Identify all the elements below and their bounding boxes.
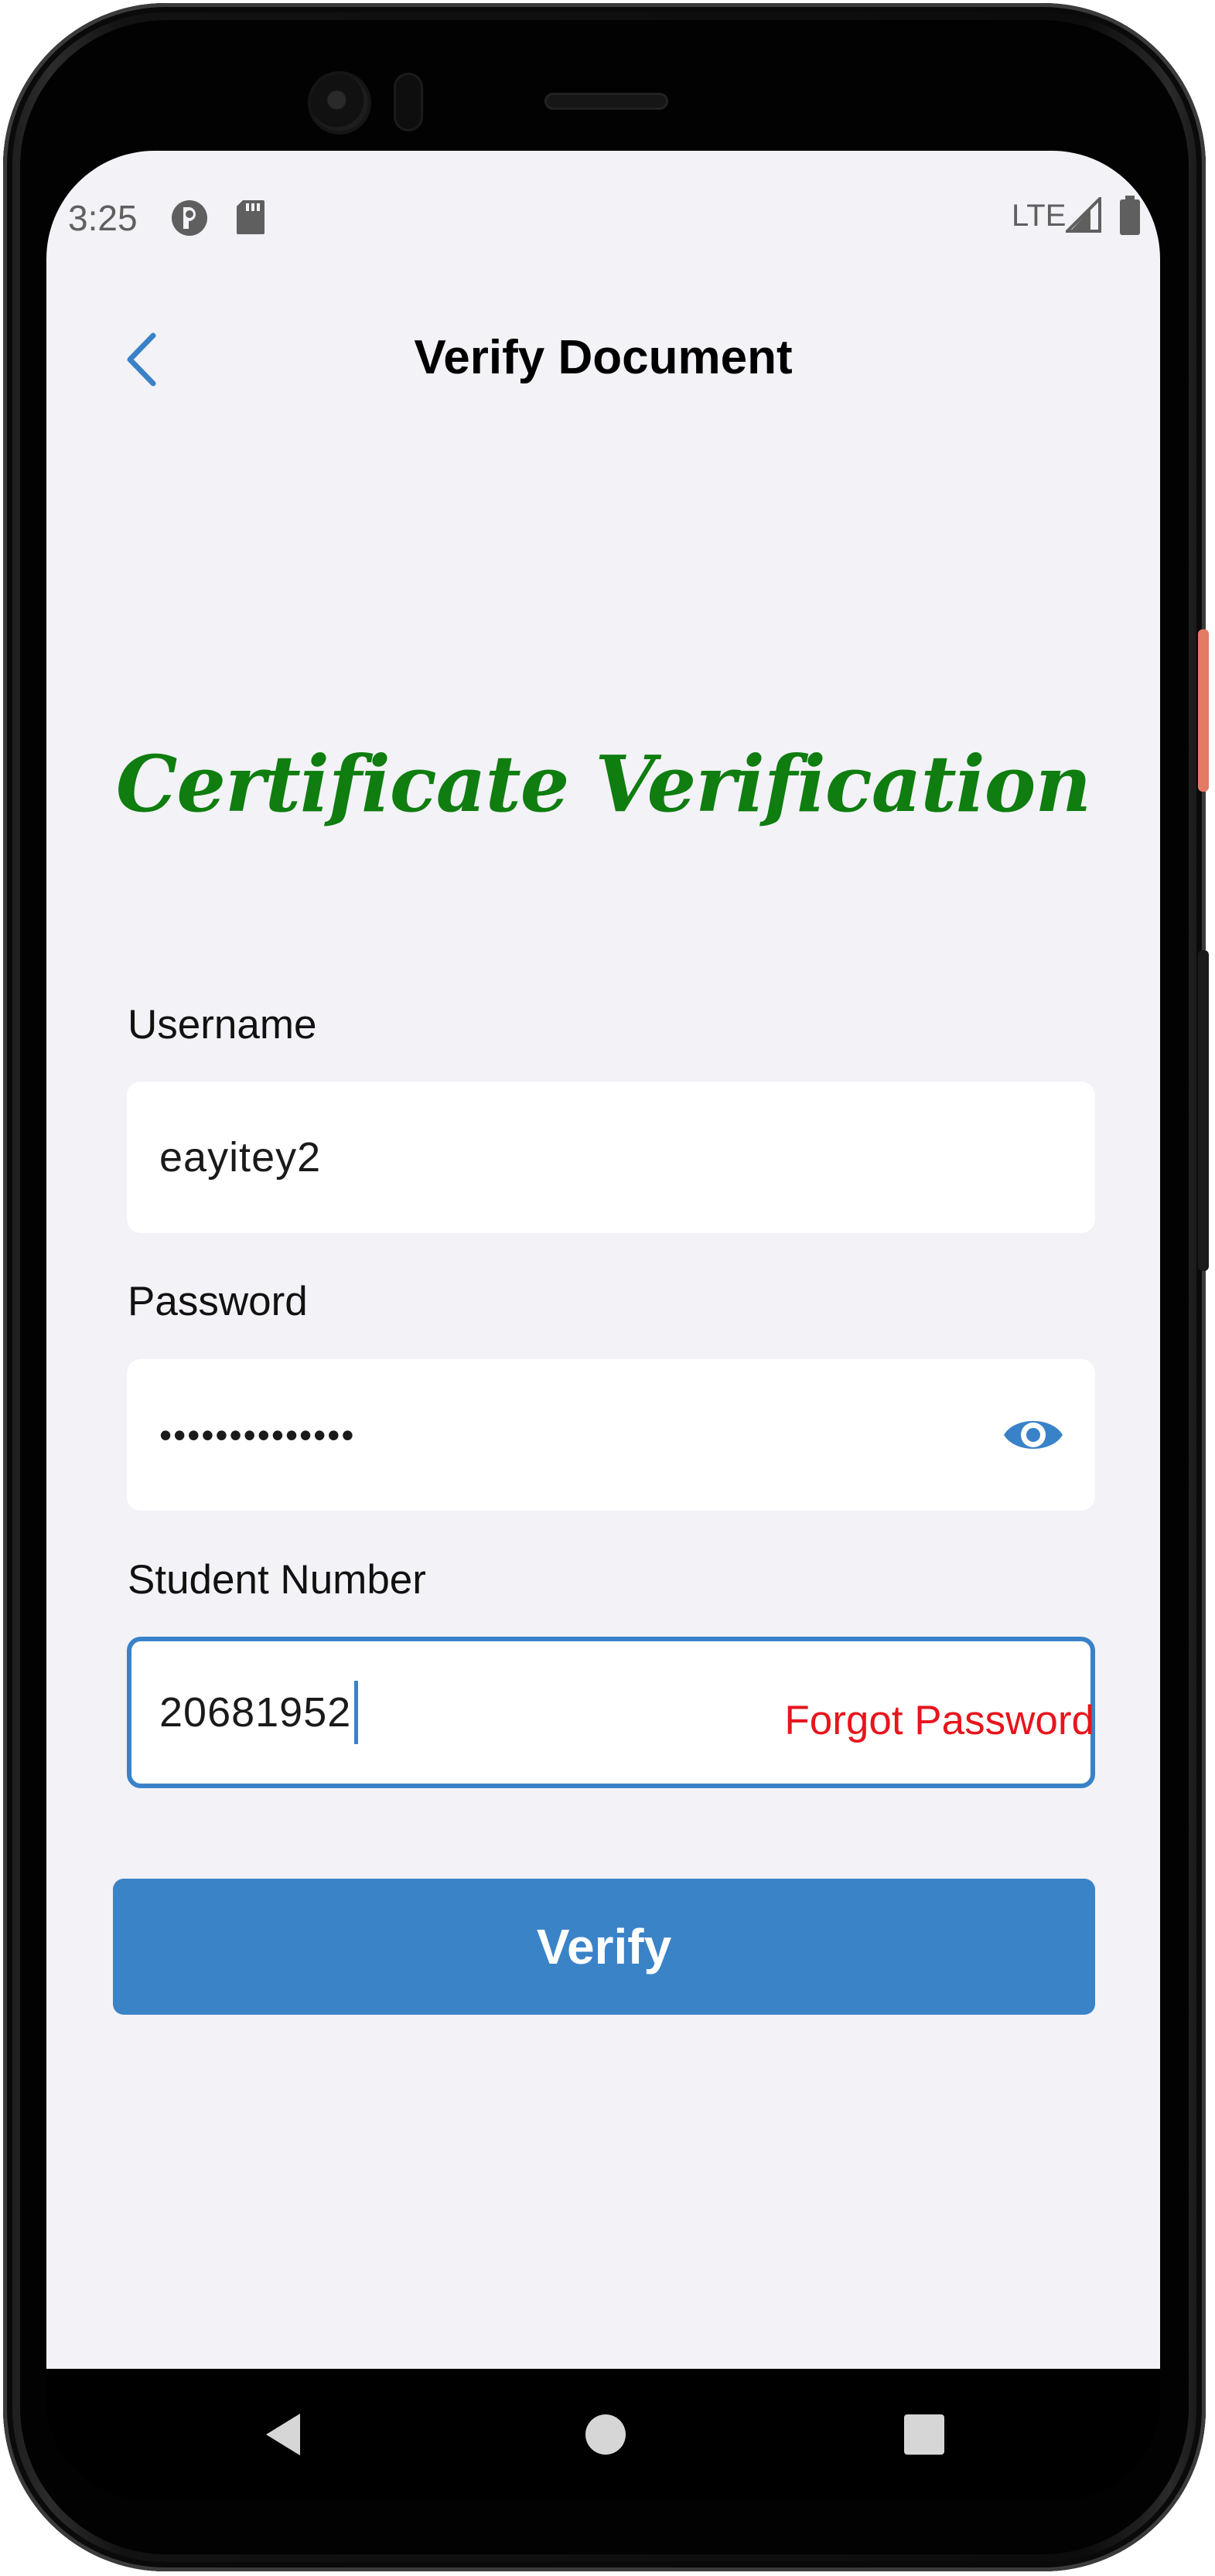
earpiece-speaker [544,93,668,110]
back-triangle-icon [266,2414,300,2455]
student-number-input: 20681952 [159,1641,359,1784]
student-number-value: 20681952 [159,1689,352,1736]
username-field[interactable]: eayitey2 [127,1082,1095,1233]
app-screen: 3:25 LTE Verify Document Certificate Ver… [46,151,1160,2393]
password-label: Password [128,1279,308,1324]
system-nav-bar [46,2369,1160,2500]
forgot-password-link[interactable]: Forgot Password [784,1697,1094,1744]
certificate-heading: Certificate Verification [115,738,1091,830]
page-title: Verify Document [414,331,793,384]
recents-square-icon [904,2414,944,2455]
status-time: 3:25 [68,198,138,238]
password-field[interactable]: •••••••••••••• [127,1359,1095,1511]
battery-icon [1118,196,1142,240]
signal-icon [1063,195,1101,237]
app-notification-icon [170,199,209,241]
power-button [1198,629,1209,792]
proximity-sensor [394,73,423,131]
text-cursor [354,1681,359,1744]
nav-home-button[interactable] [578,2407,633,2462]
front-camera [311,74,368,131]
password-visibility-toggle[interactable] [1002,1407,1064,1463]
status-bar: 3:25 LTE [46,151,1160,282]
password-value: •••••••••••••• [159,1415,356,1455]
nav-back-button[interactable] [257,2407,311,2462]
volume-button [1198,950,1209,1271]
username-value: eayitey2 [159,1134,322,1181]
home-circle-icon [585,2414,626,2455]
sd-card-icon [235,199,266,240]
verify-button[interactable]: Verify [113,1879,1095,2015]
username-label: Username [128,1002,317,1048]
eye-icon [1004,1421,1063,1449]
student-number-label: Student Number [128,1557,426,1603]
network-type: LTE [1012,199,1067,233]
nav-recents-button[interactable] [897,2407,951,2462]
